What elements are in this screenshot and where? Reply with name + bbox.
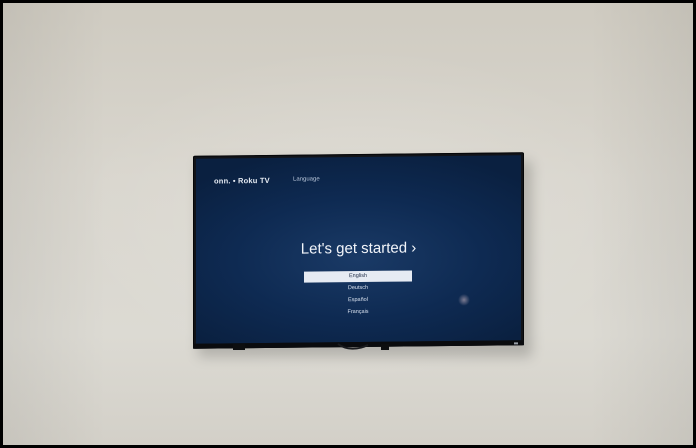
screen-glare bbox=[458, 293, 470, 306]
headline: Let's get started › bbox=[300, 239, 417, 258]
power-led-icon bbox=[514, 342, 518, 345]
mount-clip-right bbox=[381, 344, 389, 350]
screen-title: Language bbox=[293, 176, 320, 183]
language-option-deutsch[interactable]: Deutsch bbox=[304, 282, 412, 294]
cable-icon bbox=[337, 343, 369, 350]
language-option-espanol[interactable]: Español bbox=[304, 294, 412, 306]
photo-frame: onn. • Roku TV Language Let's get starte… bbox=[3, 3, 693, 445]
language-option-english[interactable]: English bbox=[304, 270, 412, 283]
tv-screen: onn. • Roku TV Language Let's get starte… bbox=[196, 155, 521, 344]
brand-text: onn. • Roku TV bbox=[214, 175, 270, 186]
tv-set: onn. • Roku TV Language Let's get starte… bbox=[193, 152, 524, 349]
language-list: English Deutsch Español Français bbox=[304, 270, 412, 319]
mount-clip-left bbox=[233, 344, 245, 350]
tv-brand-logo: onn. • Roku TV bbox=[214, 176, 270, 186]
language-option-francais[interactable]: Français bbox=[304, 306, 412, 318]
